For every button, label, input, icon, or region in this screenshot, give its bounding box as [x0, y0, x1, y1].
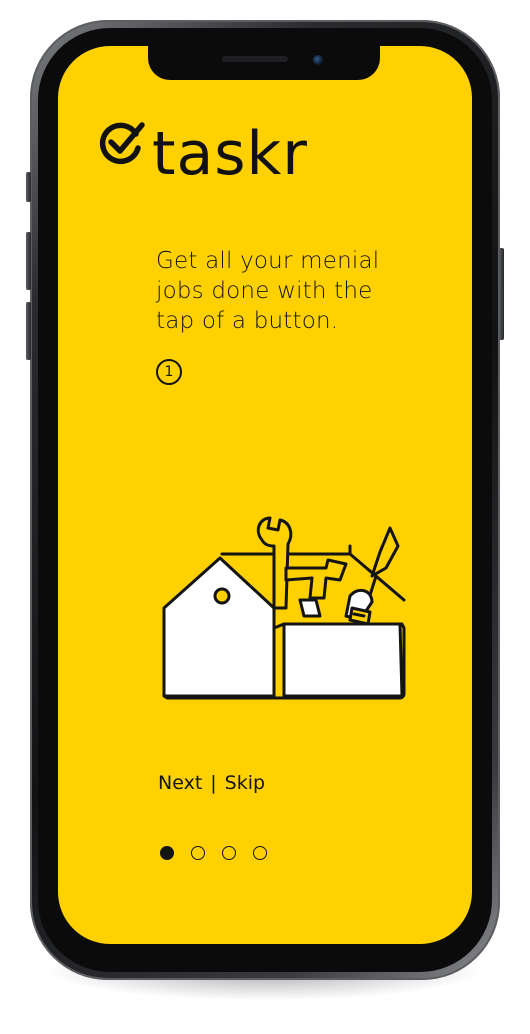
device-mockup: taskr Get all your menial jobs done with… — [0, 0, 530, 1034]
step-number-badge: 1 — [156, 359, 182, 385]
phone-notch — [148, 46, 380, 80]
app-logo: taskr — [96, 118, 336, 202]
brand-wordmark: taskr — [152, 119, 308, 189]
check-circle-logo-icon — [99, 122, 145, 165]
volume-down-button — [26, 302, 31, 360]
page-dot-1[interactable] — [160, 846, 174, 860]
onboarding-nav: Next | Skip — [158, 772, 265, 794]
power-button — [499, 248, 504, 340]
next-button[interactable]: Next — [158, 772, 202, 794]
page-dot-3[interactable] — [222, 846, 236, 860]
page-dot-4[interactable] — [253, 846, 267, 860]
mute-switch — [26, 172, 31, 202]
headline-line: jobs done with the — [156, 278, 373, 304]
front-camera — [313, 55, 323, 65]
page-dot-2[interactable] — [191, 846, 205, 860]
volume-up-button — [26, 232, 31, 290]
headline-line: tap of a button. — [156, 308, 339, 334]
nav-separator: | — [210, 772, 217, 794]
skip-button[interactable]: Skip — [225, 772, 265, 794]
onboarding-headline: Get all your menial jobs done with the t… — [156, 246, 396, 336]
earpiece-speaker — [222, 56, 288, 62]
headline-line: Get all your menial — [156, 248, 380, 274]
toolbox-with-tools-icon — [162, 516, 406, 700]
